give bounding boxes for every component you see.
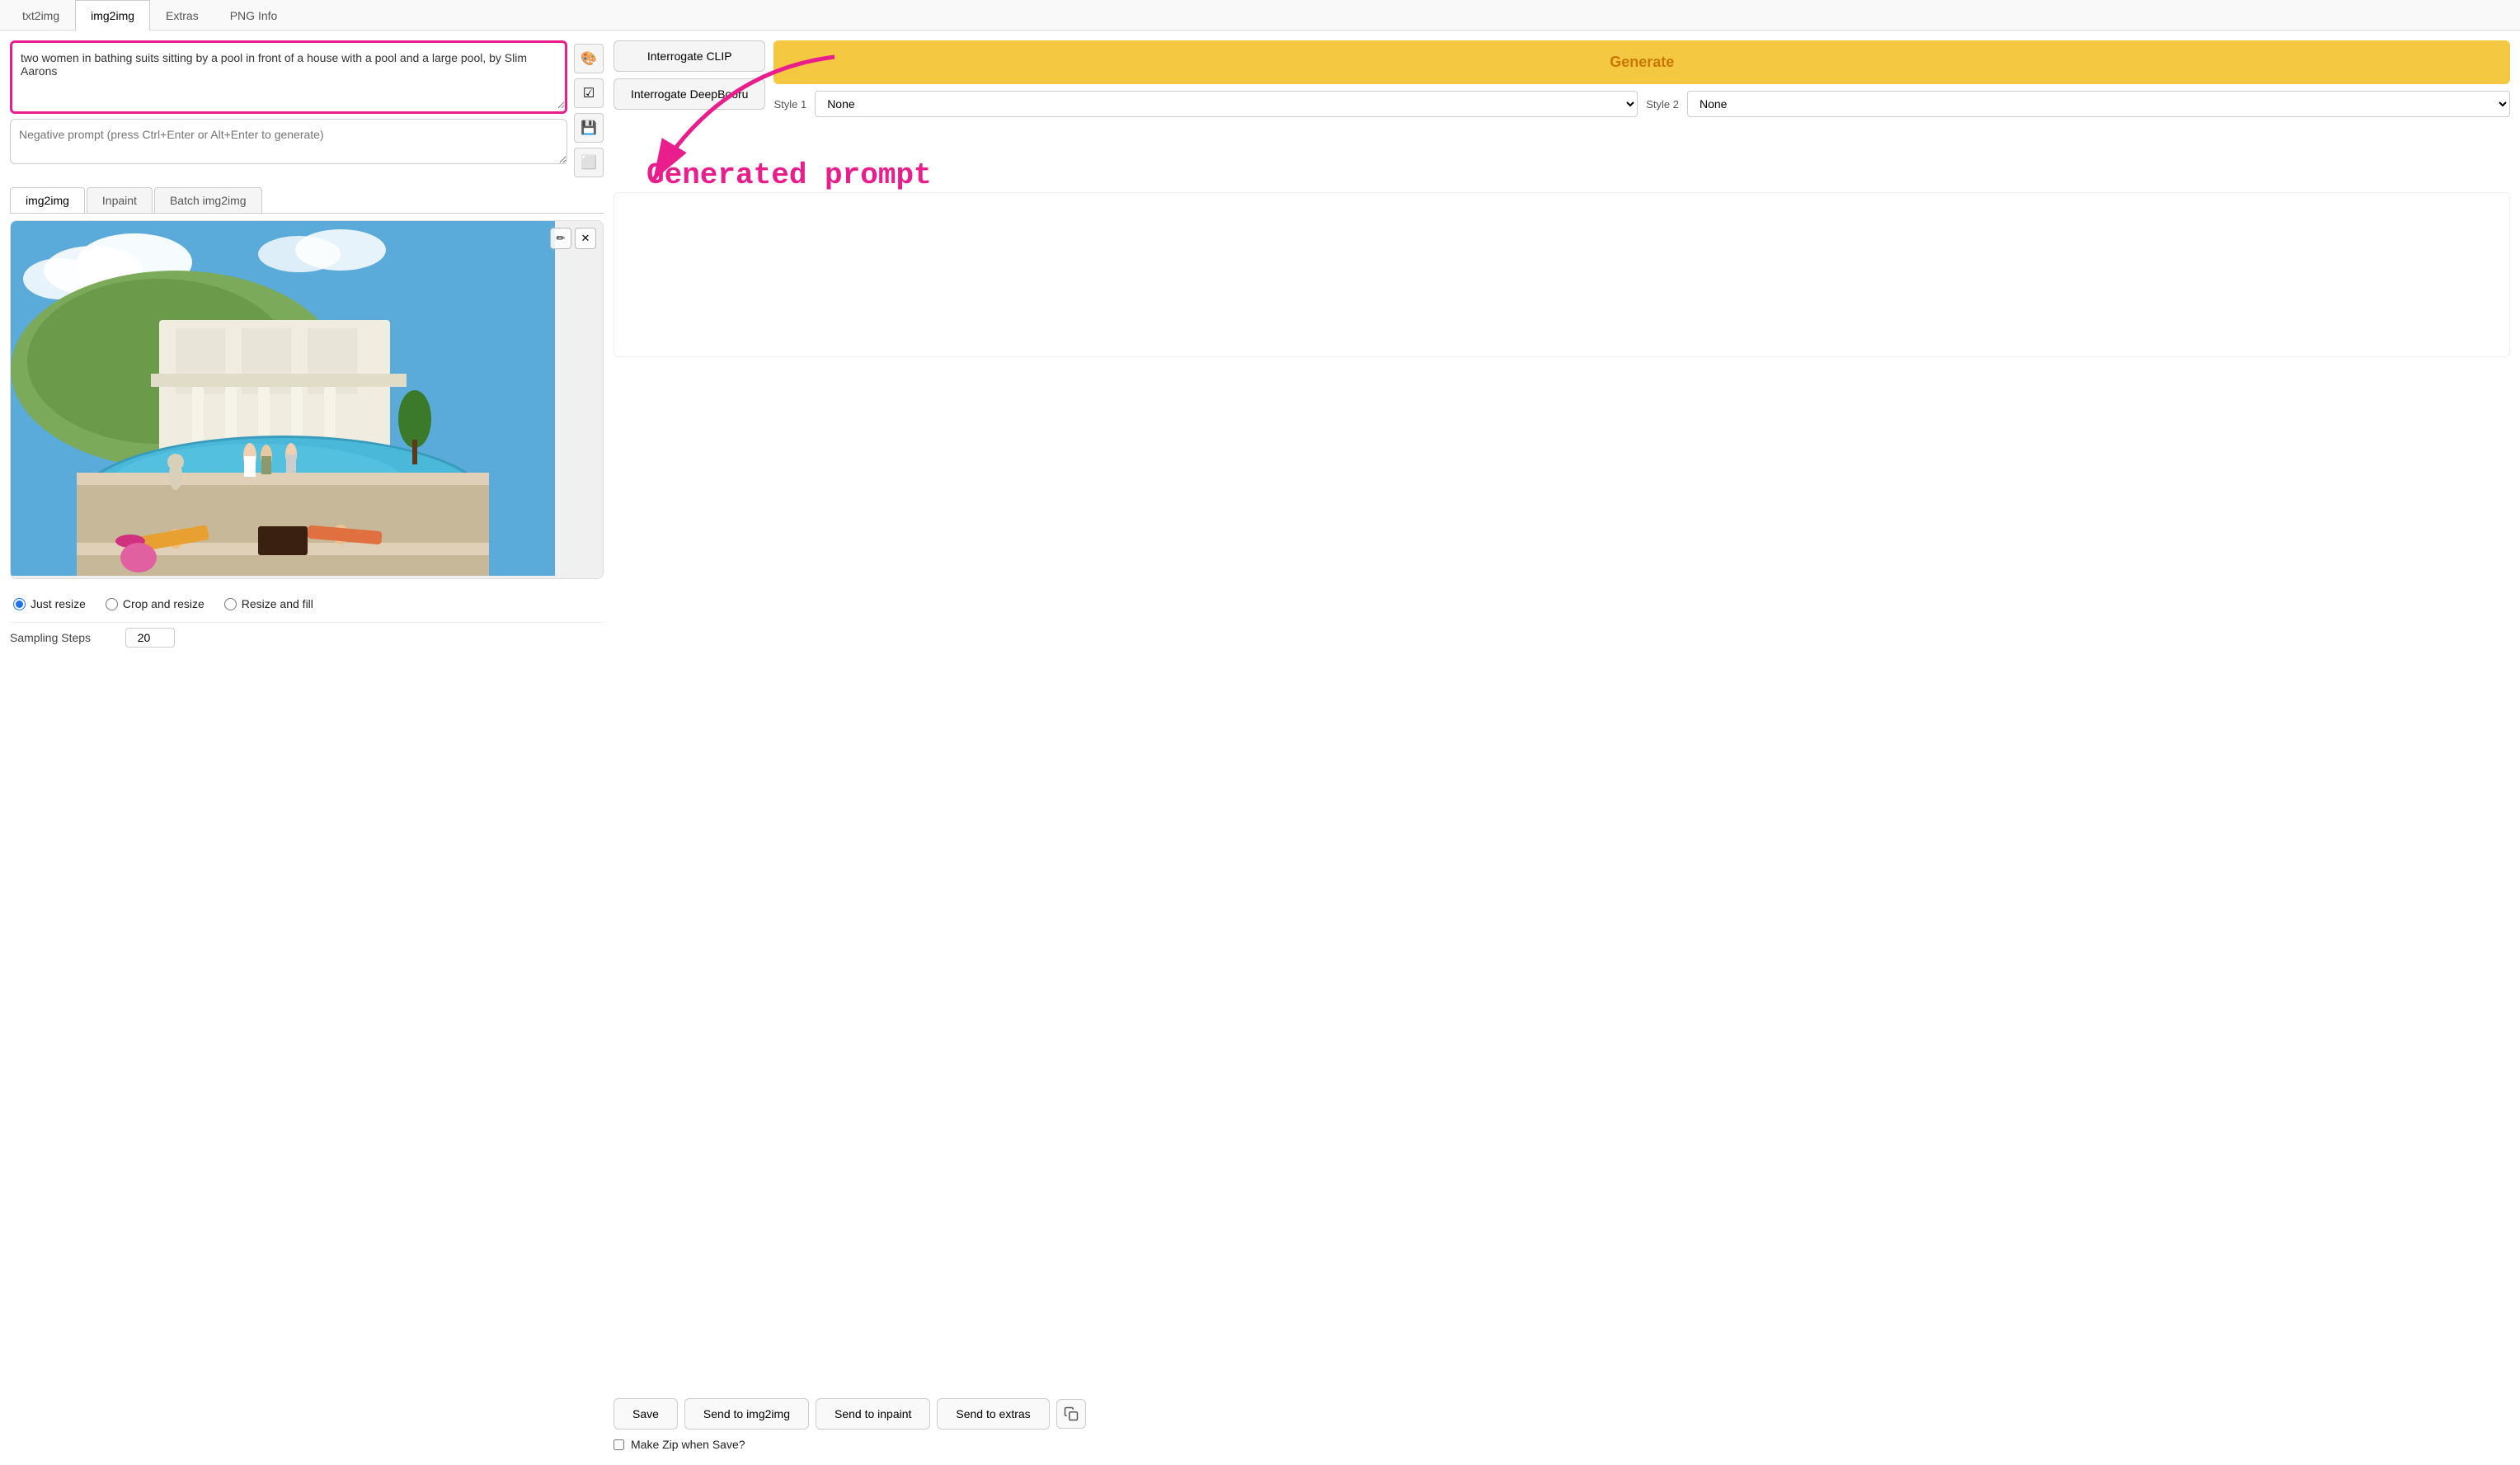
- check-icon-button[interactable]: ☑: [574, 78, 604, 108]
- tab-extras[interactable]: Extras: [150, 0, 214, 31]
- output-image-area: [614, 192, 2510, 357]
- interrogate-clip-button[interactable]: Interrogate CLIP: [614, 40, 765, 72]
- generate-section: Generate Style 1 None Style 2 None: [773, 40, 2510, 117]
- generate-button[interactable]: Generate: [773, 40, 2510, 84]
- send-to-inpaint-button[interactable]: Send to inpaint: [816, 1398, 930, 1430]
- make-zip-row: Make Zip when Save?: [614, 1438, 2510, 1451]
- copy-button[interactable]: [1056, 1399, 1086, 1429]
- resize-fill-radio[interactable]: [224, 598, 237, 610]
- send-to-img2img-button[interactable]: Send to img2img: [684, 1398, 809, 1430]
- negative-prompt-input[interactable]: [10, 119, 567, 164]
- image-drop-area[interactable]: ✏ ✕: [10, 220, 604, 579]
- save-icon-button[interactable]: 💾: [574, 113, 604, 143]
- just-resize-radio[interactable]: [13, 598, 26, 610]
- inner-tab-batch[interactable]: Batch img2img: [154, 187, 262, 213]
- right-top-controls: Interrogate CLIP Interrogate DeepBooru G…: [614, 40, 2510, 117]
- prompt-boxes: two women in bathing suits sitting by a …: [10, 40, 567, 164]
- tab-img2img[interactable]: img2img: [75, 0, 150, 31]
- top-tab-bar: txt2img img2img Extras PNG Info: [0, 0, 2520, 31]
- right-panel: Interrogate CLIP Interrogate DeepBooru G…: [614, 40, 2510, 1451]
- side-icons-panel: 🎨 ☑ 💾 ⬜: [574, 40, 604, 177]
- resize-fill-label: Resize and fill: [242, 597, 313, 610]
- style-row: Style 1 None Style 2 None: [773, 91, 2510, 117]
- pool-scene-image: [11, 221, 555, 576]
- square-icon-button[interactable]: ⬜: [574, 148, 604, 177]
- just-resize-label: Just resize: [31, 597, 86, 610]
- resize-options: Just resize Crop and resize Resize and f…: [10, 586, 604, 615]
- action-buttons-row: Save Send to img2img Send to inpaint Sen…: [614, 1398, 2510, 1430]
- edit-image-button[interactable]: ✏: [550, 228, 571, 249]
- prompt-section: two women in bathing suits sitting by a …: [10, 40, 604, 177]
- tab-png-info[interactable]: PNG Info: [214, 0, 294, 31]
- image-controls: ✏ ✕: [550, 228, 596, 249]
- sampling-steps-row: Sampling Steps: [10, 622, 604, 652]
- crop-resize-label: Crop and resize: [123, 597, 205, 610]
- tab-txt2img[interactable]: txt2img: [7, 0, 75, 31]
- crop-resize-option[interactable]: Crop and resize: [106, 597, 205, 610]
- style1-label: Style 1: [773, 98, 806, 111]
- left-panel: two women in bathing suits sitting by a …: [10, 40, 604, 1451]
- style2-label: Style 2: [1646, 98, 1679, 111]
- main-layout: two women in bathing suits sitting by a …: [0, 31, 2520, 1461]
- close-image-button[interactable]: ✕: [575, 228, 596, 249]
- save-button[interactable]: Save: [614, 1398, 678, 1430]
- inner-tab-img2img[interactable]: img2img: [10, 187, 85, 213]
- interrogate-deepbooru-button[interactable]: Interrogate DeepBooru: [614, 78, 765, 110]
- prompt-wrapper: two women in bathing suits sitting by a …: [10, 40, 567, 114]
- brush-icon-button[interactable]: 🎨: [574, 44, 604, 73]
- just-resize-option[interactable]: Just resize: [13, 597, 86, 610]
- positive-prompt-input[interactable]: two women in bathing suits sitting by a …: [12, 43, 565, 109]
- make-zip-label: Make Zip when Save?: [631, 1438, 745, 1451]
- inner-tab-inpaint[interactable]: Inpaint: [87, 187, 153, 213]
- prompt-section-wrapper: two women in bathing suits sitting by a …: [10, 40, 604, 177]
- make-zip-checkbox[interactable]: [614, 1439, 624, 1450]
- style1-select[interactable]: None: [815, 91, 1638, 117]
- output-section: Generated prompt: [614, 125, 2510, 1390]
- inner-tab-bar: img2img Inpaint Batch img2img: [10, 187, 604, 214]
- style2-select[interactable]: None: [1687, 91, 2510, 117]
- sampling-steps-label: Sampling Steps: [10, 631, 117, 644]
- generated-prompt-annotation: Generated prompt: [646, 158, 2510, 192]
- interrogate-buttons: Interrogate CLIP Interrogate DeepBooru: [614, 40, 765, 110]
- sampling-steps-input[interactable]: [125, 628, 175, 648]
- resize-fill-option[interactable]: Resize and fill: [224, 597, 313, 610]
- send-to-extras-button[interactable]: Send to extras: [937, 1398, 1049, 1430]
- crop-resize-radio[interactable]: [106, 598, 118, 610]
